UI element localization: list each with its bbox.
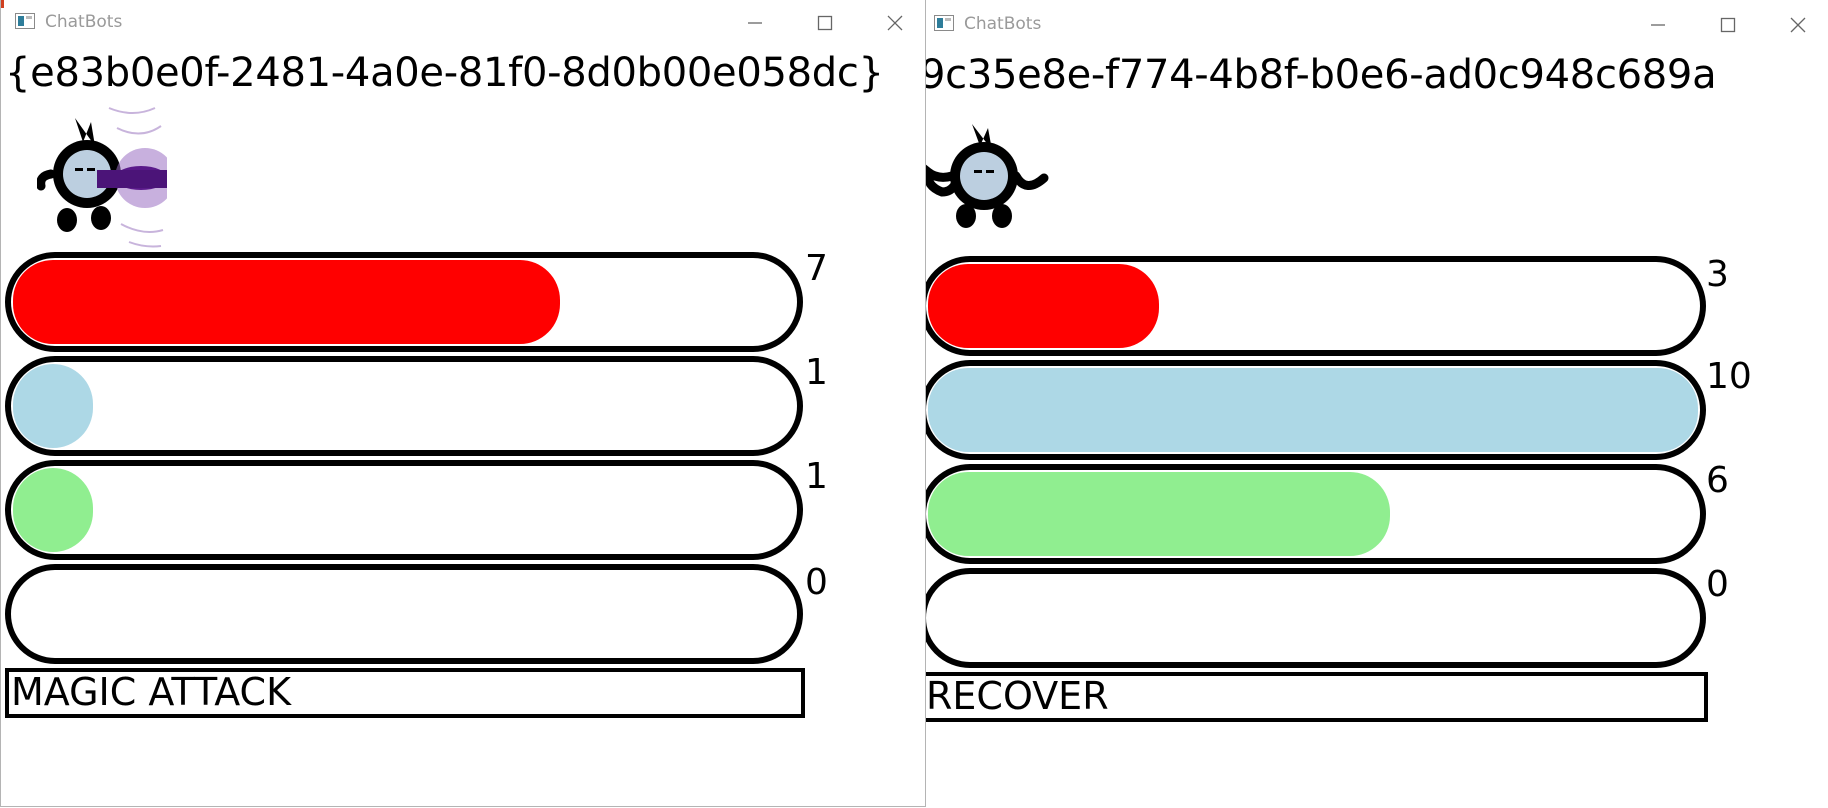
health-value: 3 xyxy=(1706,254,1729,295)
title-bar[interactable]: ChatBots xyxy=(920,2,1828,46)
minimize-button[interactable] xyxy=(1638,10,1678,40)
energy-bar xyxy=(5,460,803,560)
health-fill xyxy=(13,260,560,344)
window-title: ChatBots xyxy=(45,12,123,32)
shield-value: 0 xyxy=(805,562,828,603)
mana-value: 1 xyxy=(805,352,828,393)
minimize-icon xyxy=(1651,24,1665,26)
bot-guid: 9c35e8e-f774-4b8f-b0e6-ad0c948c689a xyxy=(920,52,1717,98)
close-icon xyxy=(1790,17,1806,33)
window-title: ChatBots xyxy=(964,14,1042,34)
energy-value: 6 xyxy=(1706,460,1729,501)
health-bar xyxy=(920,256,1706,356)
title-bar[interactable]: ChatBots xyxy=(1,0,925,44)
action-label: MAGIC ATTACK xyxy=(5,668,805,718)
mana-fill xyxy=(13,364,93,448)
energy-value: 1 xyxy=(805,456,828,497)
window-edge-mark xyxy=(1,0,4,8)
maximize-button[interactable] xyxy=(805,8,845,38)
minimize-button[interactable] xyxy=(735,8,775,38)
shield-bar xyxy=(5,564,803,664)
maximize-icon xyxy=(1720,17,1736,33)
close-button[interactable] xyxy=(875,8,915,38)
mana-fill xyxy=(928,368,1698,452)
bot-magic-attack-avatar xyxy=(37,107,167,248)
minimize-icon xyxy=(748,22,762,24)
maximize-button[interactable] xyxy=(1708,10,1748,40)
shield-bar xyxy=(920,568,1706,668)
mana-bar xyxy=(920,360,1706,460)
mana-value: 10 xyxy=(1706,356,1752,397)
close-icon xyxy=(887,15,903,31)
bot-recover-avatar xyxy=(923,124,1049,228)
chatbots-window-left: ChatBots {e83b0e0f-2481-4a0e-81f0-8d0b00… xyxy=(0,0,926,807)
energy-bar xyxy=(920,464,1706,564)
action-label: RECOVER xyxy=(920,672,1708,722)
health-fill xyxy=(928,264,1159,348)
app-icon xyxy=(15,13,35,29)
health-bar xyxy=(5,252,803,352)
maximize-icon xyxy=(817,15,833,31)
energy-fill xyxy=(13,468,93,552)
app-icon xyxy=(934,15,954,31)
bot-guid: {e83b0e0f-2481-4a0e-81f0-8d0b00e058dc} xyxy=(5,50,884,96)
close-button[interactable] xyxy=(1778,10,1818,40)
health-value: 7 xyxy=(805,248,828,289)
shield-value: 0 xyxy=(1706,564,1729,605)
energy-fill xyxy=(928,472,1390,556)
chatbots-window-right: ChatBots 9c35e8e-f774-4b8f-b0e6-ad0c948c… xyxy=(920,2,1828,808)
mana-bar xyxy=(5,356,803,456)
